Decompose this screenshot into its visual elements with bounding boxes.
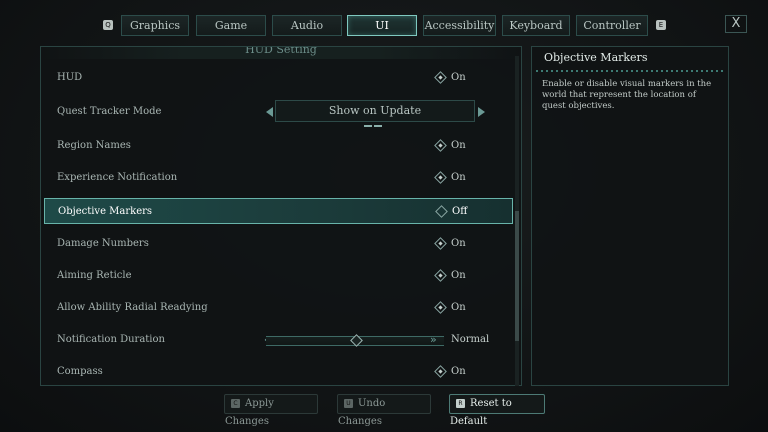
setting-value: On — [451, 302, 466, 313]
page-dots — [364, 119, 384, 127]
description-text: Enable or disable visual markers in the … — [542, 79, 712, 111]
setting-value: On — [451, 140, 466, 151]
tab-audio[interactable]: Audio — [272, 15, 342, 36]
setting-value: On — [451, 172, 466, 183]
setting-label: Damage Numbers — [57, 238, 149, 249]
toggle-on-icon[interactable] — [434, 301, 447, 314]
prev-tab-key-icon[interactable]: Q — [103, 20, 113, 30]
setting-row-hud[interactable]: HUD On — [44, 65, 513, 91]
setting-row-ability-radial[interactable]: Allow Ability Radial Readying On — [44, 295, 513, 321]
toggle-on-icon[interactable] — [434, 365, 447, 378]
reset-to-default-button[interactable]: R Reset to Default — [449, 394, 545, 427]
setting-label: Quest Tracker Mode — [57, 106, 162, 117]
arrow-left-icon[interactable] — [266, 107, 273, 117]
setting-label: Region Names — [57, 140, 131, 151]
setting-label: Experience Notification — [57, 172, 178, 183]
apply-changes-button[interactable]: C Apply Changes — [224, 394, 318, 427]
setting-value: On — [451, 366, 466, 377]
toggle-on-icon[interactable] — [434, 139, 447, 152]
toggle-on-icon[interactable] — [434, 71, 447, 84]
tab-controller[interactable]: Controller — [576, 15, 648, 36]
key-c-icon: C — [231, 399, 240, 408]
toggle-on-icon[interactable] — [434, 269, 447, 282]
next-tab-key-icon[interactable]: E — [656, 20, 666, 30]
setting-value: On — [451, 72, 466, 83]
close-button[interactable]: X — [725, 15, 747, 33]
tab-ui[interactable]: UI — [347, 15, 417, 36]
setting-label: Compass — [57, 366, 103, 377]
setting-value: On — [451, 238, 466, 249]
setting-row-region-names[interactable]: Region Names On — [44, 133, 513, 159]
setting-row-objective-markers[interactable]: Objective Markers Off — [44, 198, 513, 224]
key-u-icon: U — [344, 399, 353, 408]
description-title: Objective Markers — [544, 51, 648, 64]
panel-header: HUD Setting — [41, 47, 521, 59]
setting-row-notification-duration[interactable]: Notification Duration « » Normal — [44, 327, 513, 353]
tab-graphics[interactable]: Graphics — [121, 15, 189, 36]
setting-label: HUD — [57, 72, 83, 83]
scrollbar-thumb[interactable] — [515, 211, 519, 341]
setting-label: Notification Duration — [57, 334, 165, 345]
setting-row-aiming-reticle[interactable]: Aiming Reticle On — [44, 263, 513, 289]
toggle-off-icon[interactable] — [435, 205, 448, 218]
toggle-on-icon[interactable] — [434, 171, 447, 184]
setting-row-damage-numbers[interactable]: Damage Numbers On — [44, 231, 513, 257]
setting-label: Allow Ability Radial Readying — [57, 302, 208, 313]
key-r-icon: R — [456, 399, 465, 408]
arrow-right-icon[interactable] — [478, 107, 485, 117]
divider — [536, 70, 726, 72]
setting-value: On — [451, 270, 466, 281]
setting-label: Objective Markers — [58, 206, 153, 217]
setting-label: Aiming Reticle — [57, 270, 132, 281]
hud-settings-panel: HUD Setting HUD On Quest Tracker Mode Sh… — [40, 46, 522, 386]
setting-value: Normal — [451, 334, 490, 345]
tab-accessibility[interactable]: Accessibility — [423, 15, 496, 36]
tab-keyboard[interactable]: Keyboard — [502, 15, 570, 36]
scrollbar[interactable] — [515, 56, 519, 386]
setting-value: Off — [452, 206, 468, 217]
tab-game[interactable]: Game — [196, 15, 266, 36]
setting-row-compass[interactable]: Compass On — [44, 359, 513, 385]
undo-changes-button[interactable]: U Undo Changes — [337, 394, 431, 427]
description-panel: Objective Markers Enable or disable visu… — [531, 46, 729, 386]
slider-increase-icon[interactable]: » — [430, 334, 437, 346]
setting-row-quest-tracker-mode[interactable]: Quest Tracker Mode Show on Update — [44, 99, 513, 127]
setting-row-experience-notification[interactable]: Experience Notification On — [44, 165, 513, 191]
toggle-on-icon[interactable] — [434, 237, 447, 250]
